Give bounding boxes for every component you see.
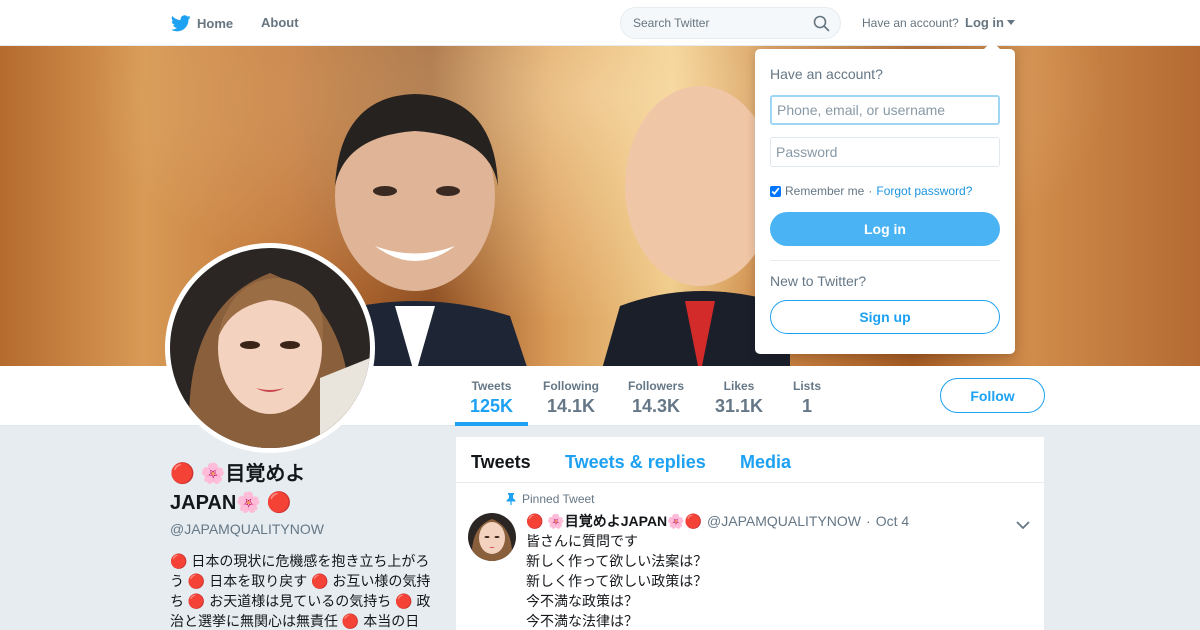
dropdown-caret	[984, 41, 1000, 49]
pin-icon	[506, 493, 516, 505]
stat-value: 125K	[470, 396, 514, 416]
active-stat-indicator	[455, 422, 528, 426]
stat-following[interactable]: Following 14.1K	[543, 379, 599, 417]
home-label: Home	[197, 16, 234, 31]
tweet-text-line: 新しく作って欲しい政策は？	[526, 573, 708, 589]
caret-down-icon	[1007, 20, 1015, 25]
display-name[interactable]: 🔴 🌸目覚めよ JAPAN🌸 🔴	[170, 460, 432, 518]
stat-label: Likes	[723, 379, 755, 393]
username-field[interactable]	[770, 95, 1000, 125]
pinned-label: Pinned Tweet	[522, 492, 595, 506]
search-input[interactable]	[621, 8, 801, 38]
twitter-bird-icon	[171, 15, 191, 32]
stat-value: 1	[802, 396, 813, 416]
tweet-text-line: 今不満な政策は？	[526, 593, 638, 609]
login-menu-label: Log in	[965, 15, 1004, 30]
dropdown-divider	[770, 260, 1000, 261]
tweet-header: 🔴 🌸目覚めよJAPAN🌸🔴 @JAPAMQUALITYNOW · Oct 4	[526, 511, 909, 531]
profile-avatar[interactable]	[165, 243, 375, 453]
have-account-text: Have an account?	[862, 16, 959, 30]
home-link[interactable]: Home	[171, 15, 233, 32]
tweet-avatar[interactable]	[468, 513, 516, 561]
stat-value: 14.1K	[546, 396, 596, 416]
tweet-text: 皆さんに質問です 新しく作って欲しい法案は？ 新しく作って欲しい政策は？ 今不満…	[526, 531, 707, 630]
tab-media[interactable]: Media	[740, 452, 791, 473]
tweet-text-line: 新しく作って欲しい法案は？	[526, 553, 708, 569]
stat-value: 31.1K	[715, 396, 764, 416]
about-label: About	[261, 15, 299, 30]
avatar-photo	[170, 248, 370, 448]
display-name-line: JAPAN🌸 🔴	[170, 492, 292, 514]
login-button[interactable]: Log in	[770, 212, 1000, 246]
login-dropdown-title: Have an account?	[770, 66, 883, 82]
remember-separator: ·	[868, 184, 873, 198]
remember-row: Remember me · Forgot password?	[770, 184, 972, 198]
tweet-author-name[interactable]: 🔴 🌸目覚めよJAPAN🌸🔴	[526, 511, 702, 531]
search-icon[interactable]	[813, 15, 830, 37]
remember-me-label[interactable]: Remember me	[785, 184, 864, 198]
new-to-twitter-text: New to Twitter?	[770, 273, 867, 289]
signup-button[interactable]: Sign up	[770, 300, 1000, 334]
profile-handle[interactable]: @JAPAMQUALITYNOW	[170, 521, 432, 537]
tweet-separator: ·	[866, 513, 871, 529]
tweet-avatar-photo	[468, 513, 516, 561]
pinned-indicator: Pinned Tweet	[506, 492, 595, 506]
profile-bio: 🔴 日本の現状に危機感を抱き立ち上がろう 🔴 日本を取り戻す 🔴 お互い様の気持…	[170, 553, 431, 629]
pinned-tweet[interactable]: Pinned Tweet 🔴 🌸目覚めよJAPAN🌸🔴 @JAPAMQUALIT…	[456, 483, 1044, 630]
tweet-author-handle[interactable]: @JAPAMQUALITYNOW	[707, 513, 861, 529]
about-link[interactable]: About	[261, 15, 299, 30]
tab-tweets-replies[interactable]: Tweets & replies	[565, 452, 706, 473]
stat-tweets[interactable]: Tweets 125K	[470, 379, 513, 417]
stat-likes[interactable]: Likes 31.1K	[715, 379, 763, 417]
tweet-text-line: 皆さんに質問です	[526, 533, 638, 549]
stat-lists[interactable]: Lists 1	[793, 379, 821, 417]
stat-followers[interactable]: Followers 14.3K	[628, 379, 684, 417]
stat-label: Tweets	[471, 379, 512, 393]
display-name-line: 🔴 🌸目覚めよ	[170, 463, 306, 485]
tweet-timestamp[interactable]: Oct 4	[876, 513, 909, 529]
tweet-text-line: 今不満な法律は？	[526, 613, 638, 629]
password-field[interactable]	[770, 137, 1000, 167]
stat-label: Following	[543, 379, 599, 393]
profile-card: 🔴 🌸目覚めよ JAPAN🌸 🔴 @JAPAMQUALITYNOW 🔴 日本の現…	[170, 460, 432, 630]
timeline: Tweets Tweets & replies Media Pinned Twe…	[456, 437, 1044, 630]
login-menu-toggle[interactable]: Log in	[965, 15, 1015, 30]
stat-label: Followers	[628, 379, 685, 393]
remember-me-checkbox[interactable]	[770, 185, 781, 197]
forgot-password-link[interactable]: Forgot password?	[876, 184, 972, 198]
timeline-tabs: Tweets Tweets & replies Media	[456, 437, 1044, 483]
login-dropdown: Have an account? Remember me · Forgot pa…	[755, 41, 1015, 354]
chevron-down-icon[interactable]	[1016, 517, 1030, 535]
top-nav: Home About Have an account? Log in	[0, 0, 1200, 46]
stat-value: 14.3K	[631, 396, 681, 416]
search-box	[620, 7, 841, 39]
follow-button[interactable]: Follow	[940, 378, 1045, 413]
tab-tweets[interactable]: Tweets	[471, 452, 531, 473]
stat-label: Lists	[793, 379, 822, 393]
